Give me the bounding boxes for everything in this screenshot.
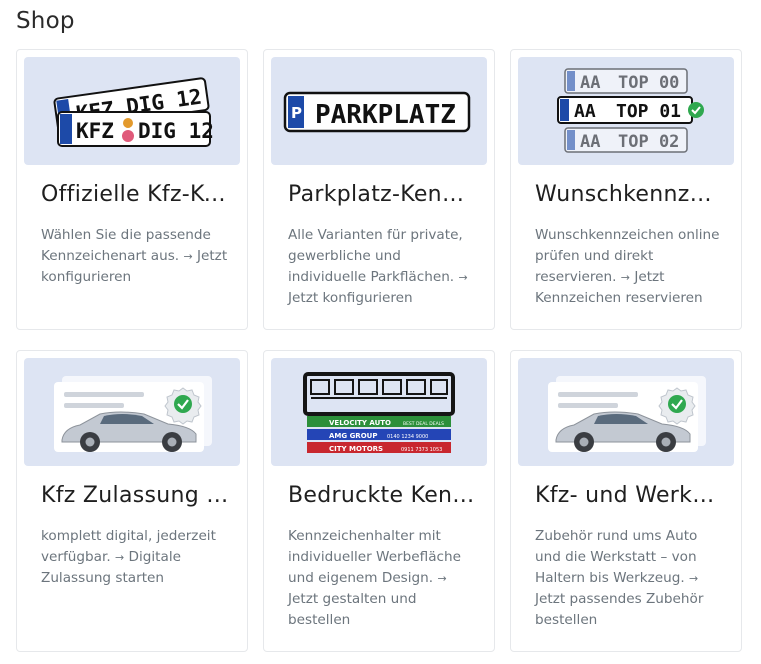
card-image: AA TOP 00 AA TOP 01 AA TOP 02 <box>518 57 734 165</box>
svg-text:AMG GROUP: AMG GROUP <box>329 432 377 440</box>
svg-text:AA: AA <box>574 101 596 122</box>
plate-selection-icon: AA TOP 00 AA TOP 01 AA TOP 02 <box>557 68 704 153</box>
card-link[interactable]: Jetzt passendes Zubehör bestellen <box>535 591 703 628</box>
svg-text:PARKPLATZ: PARKPLATZ <box>315 100 456 130</box>
card-description: Alle Varianten für private, gewerbliche … <box>288 227 468 306</box>
card-description: Zubehör rund ums Auto und die Werkstatt … <box>535 528 704 628</box>
card-title: Bedruckte Kennzeichenhalter <box>288 483 476 508</box>
svg-text:BEST DEAL DEALS: BEST DEAL DEALS <box>403 421 444 427</box>
card-title: Parkplatz-Kennzeichen <box>288 182 476 207</box>
svg-text:0911 7373 1053: 0911 7373 1053 <box>401 447 442 453</box>
card-image: VELOCITY AUTO BEST DEAL DEALS AMG GROUP … <box>271 358 487 466</box>
card-title: Wunschkennzeichen <box>535 182 723 207</box>
card-image <box>24 358 240 466</box>
card-link[interactable]: Jetzt gestalten und bestellen <box>288 591 417 628</box>
card-title: Kfz- und Werkstattbedarf <box>535 483 723 508</box>
svg-text:CITY MOTORS: CITY MOTORS <box>329 445 383 453</box>
card-title: Offizielle Kfz-Kennzeichen <box>41 182 229 207</box>
svg-text:TOP 00: TOP 00 <box>618 73 679 93</box>
parking-plate-icon: P PARKPLATZ <box>283 91 471 133</box>
card-image: P PARKPLATZ <box>271 57 487 165</box>
svg-text:DIG 12: DIG 12 <box>138 119 214 143</box>
card-printed-holders[interactable]: VELOCITY AUTO BEST DEAL DEALS AMG GROUP … <box>263 350 495 652</box>
card-description: Wunschkennzeichen online prüfen und dire… <box>535 227 720 306</box>
card-image: KFZ DIG 12 KFZ DIG 12 <box>24 57 240 165</box>
svg-text:0140 1234 9000: 0140 1234 9000 <box>387 434 428 440</box>
card-title: Kfz Zulassung online <box>41 483 229 508</box>
card-official-plates[interactable]: KFZ DIG 12 KFZ DIG 12 Offizielle Kfz-Ken… <box>16 49 248 330</box>
svg-text:VELOCITY AUTO: VELOCITY AUTO <box>329 419 391 427</box>
card-link[interactable]: Jetzt konfigurieren <box>288 290 413 306</box>
card-image <box>518 358 734 466</box>
card-workshop-supplies[interactable]: Kfz- und Werkstattbedarf Zubehör rund um… <box>510 350 742 652</box>
card-online-registration[interactable]: Kfz Zulassung online komplett digital, j… <box>16 350 248 652</box>
card-description: Wählen Sie die passende Kennzeichenart a… <box>41 227 228 285</box>
card-custom-plates[interactable]: AA TOP 00 AA TOP 01 AA TOP 02 Wunschkenn… <box>510 49 742 330</box>
plate-holders-icon: VELOCITY AUTO BEST DEAL DEALS AMG GROUP … <box>303 372 455 453</box>
svg-text:TOP 02: TOP 02 <box>618 132 679 152</box>
card-description: Kennzeichenhalter mit individueller Werb… <box>288 528 461 628</box>
svg-text:AA: AA <box>580 73 600 93</box>
svg-text:KFZ: KFZ <box>76 119 114 143</box>
svg-text:TOP 01: TOP 01 <box>616 101 681 122</box>
svg-text:P: P <box>291 104 302 122</box>
svg-text:AA: AA <box>580 132 600 152</box>
card-parking-plates[interactable]: P PARKPLATZ Parkplatz-Kennzeichen Alle V… <box>263 49 495 330</box>
car-document-check-icon <box>548 376 706 452</box>
license-plates-icon: KFZ DIG 12 KFZ DIG 12 <box>53 77 214 147</box>
card-description: komplett digital, jederzeit verfügbar. →… <box>41 528 216 586</box>
car-document-check-icon <box>54 376 212 452</box>
shop-heading: Shop <box>16 8 75 34</box>
